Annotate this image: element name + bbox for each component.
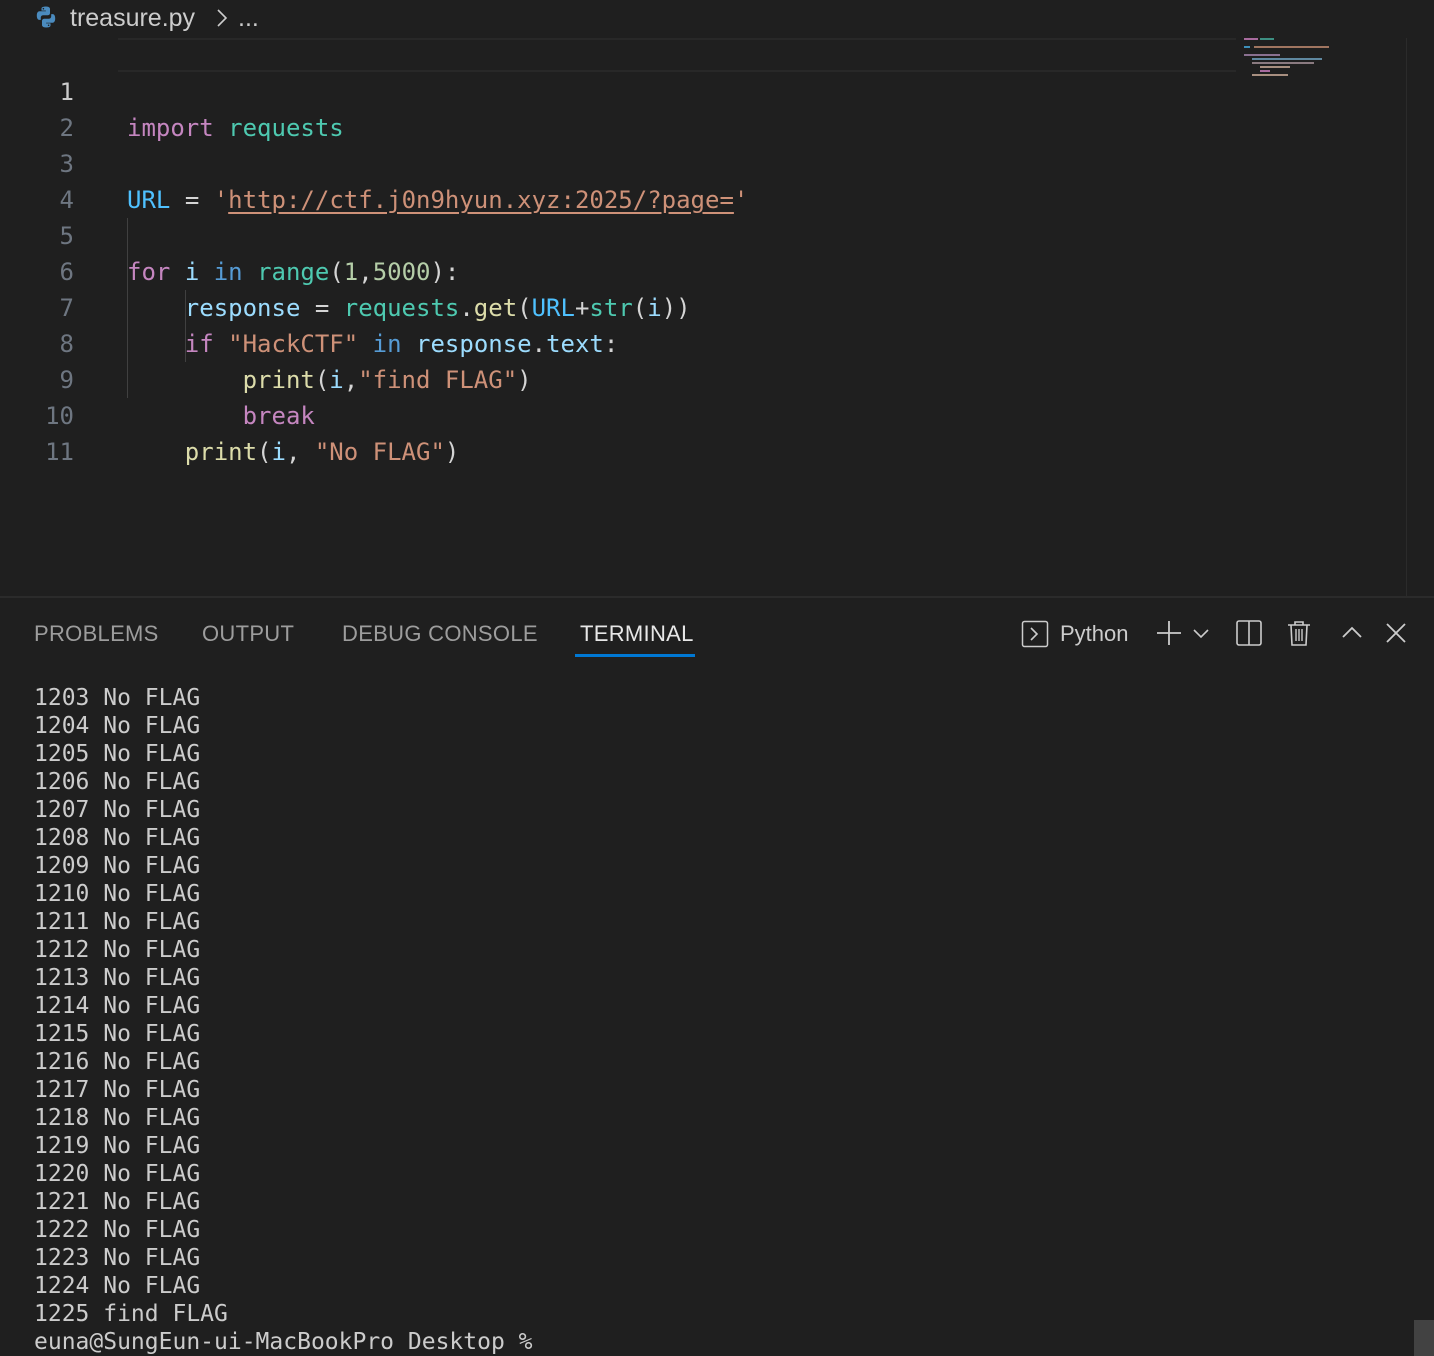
trash-icon[interactable] [1284, 618, 1314, 648]
terminal-line: 1212 No FLAG [34, 937, 201, 963]
active-tab-indicator [575, 654, 695, 657]
variable: i [271, 438, 286, 466]
function-name: print [184, 438, 258, 466]
chevron-up-icon[interactable] [1337, 618, 1367, 648]
terminal-line: 1211 No FLAG [34, 909, 201, 935]
terminal-line: 1225 find FLAG [34, 1301, 228, 1327]
plus-icon[interactable] [1154, 618, 1184, 648]
code-line[interactable]: 10 print(i, "No FLAG") [0, 362, 1240, 466]
breadcrumb-symbols[interactable]: ... [238, 3, 259, 33]
minimap[interactable] [1242, 38, 1352, 98]
code-line[interactable]: 3 URL = 'http://ctf.j0n9hyun.xyz:2025/?p… [0, 110, 1240, 214]
terminal-line: 1218 No FLAG [34, 1105, 201, 1131]
terminal-line: 1222 No FLAG [34, 1217, 201, 1243]
terminal-line: 1219 No FLAG [34, 1133, 201, 1159]
terminal-profile-label: Python [1060, 621, 1129, 646]
tab-output[interactable]: OUTPUT [202, 620, 294, 648]
code-line[interactable]: 11 [0, 398, 1240, 466]
terminal-line: 1217 No FLAG [34, 1077, 201, 1103]
tab-debug-console[interactable]: DEBUG CONSOLE [342, 620, 538, 648]
code-line[interactable]: 4 [0, 146, 1240, 214]
terminal-line: 1224 No FLAG [34, 1273, 201, 1299]
terminal-line: 1221 No FLAG [34, 1189, 201, 1215]
close-icon[interactable] [1381, 618, 1411, 648]
punctuation: ) [444, 438, 460, 466]
terminal-line: 1213 No FLAG [34, 965, 201, 991]
code-line[interactable]: 6 response = requests.get(URL+str(i)) [0, 218, 1240, 322]
code-line[interactable]: 5 for i in range(1,5000): [0, 182, 1240, 286]
breadcrumb: treasure.py ... [0, 0, 1434, 36]
bottom-panel: PROBLEMS OUTPUT DEBUG CONSOLE TERMINAL P… [0, 596, 1434, 1356]
terminal-line: 1210 No FLAG [34, 881, 201, 907]
terminal-line: 1214 No FLAG [34, 993, 201, 1019]
code-line[interactable]: 7 if "HackCTF" in response.text: [0, 254, 1240, 358]
code-line[interactable]: 1 import requests [0, 38, 1240, 142]
terminal-scrollbar-thumb[interactable] [1414, 1320, 1434, 1356]
punctuation: ( [257, 438, 272, 466]
split-icon[interactable] [1234, 618, 1264, 648]
terminal-line: 1205 No FLAG [34, 741, 201, 767]
terminal-line: 1208 No FLAG [34, 825, 201, 851]
chevron-down-icon[interactable] [1188, 618, 1214, 648]
tab-terminal[interactable]: TERMINAL [580, 620, 694, 648]
terminal-line: 1203 No FLAG [34, 685, 201, 711]
code-line[interactable]: 8 print(i,"find FLAG") [0, 290, 1240, 394]
code-line[interactable]: 2 [0, 74, 1240, 142]
terminal-line: 1220 No FLAG [34, 1161, 201, 1187]
terminal-line: 1204 No FLAG [34, 713, 201, 739]
terminal-line: 1206 No FLAG [34, 769, 201, 795]
python-icon [36, 6, 56, 28]
tab-problems[interactable]: PROBLEMS [34, 620, 159, 648]
code-editor[interactable]: 1 import requests 2 3 URL = 'http://ctf.… [0, 38, 1434, 596]
terminal-line: 1223 No FLAG [34, 1245, 201, 1271]
punctuation: , [285, 438, 301, 466]
editor-scrollbar[interactable] [1406, 38, 1407, 596]
string-literal: "No FLAG" [314, 438, 445, 466]
terminal-profile-button[interactable]: Python [1021, 618, 1129, 650]
terminal-output[interactable]: 1203 No FLAG 1204 No FLAG 1205 No FLAG 1206… [34, 684, 533, 1356]
code-line[interactable]: 9 break [0, 326, 1240, 430]
line-number: 11 [45, 438, 74, 466]
breadcrumb-file-name[interactable]: treasure.py [70, 3, 195, 33]
terminal-prompt[interactable]: euna@SungEun-ui-MacBookPro Desktop % [34, 1328, 533, 1356]
terminal-line: 1216 No FLAG [34, 1049, 201, 1075]
chevron-right-icon [217, 9, 228, 27]
terminal-line: 1207 No FLAG [34, 797, 201, 823]
terminal-line: 1215 No FLAG [34, 1021, 201, 1047]
terminal-icon [1021, 620, 1049, 648]
terminal-line: 1209 No FLAG [34, 853, 201, 879]
